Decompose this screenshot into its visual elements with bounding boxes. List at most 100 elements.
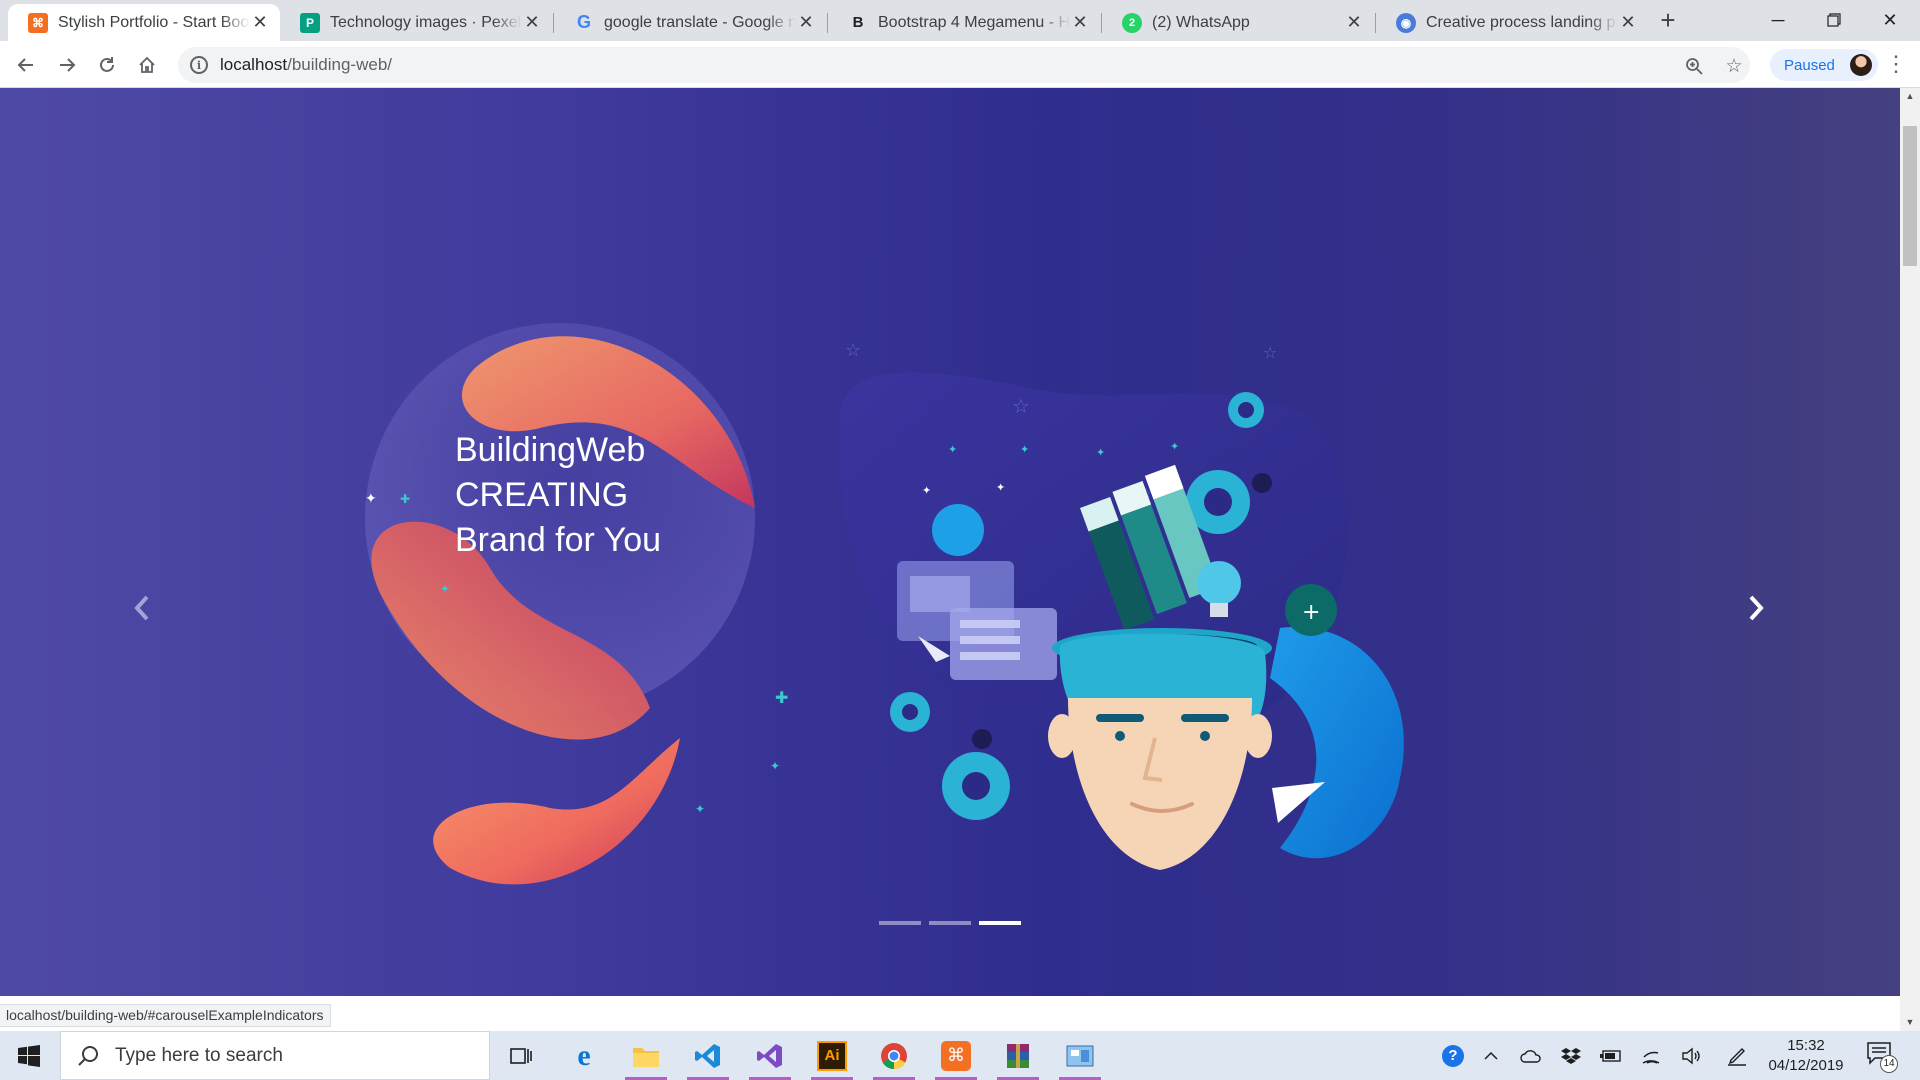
taskbar-clock[interactable]: 15:32 04/12/2019	[1760, 1036, 1852, 1076]
zoom-icon[interactable]	[1684, 56, 1704, 76]
close-tab-icon[interactable]: ✕	[1070, 12, 1090, 33]
whatsapp-icon: 2	[1122, 12, 1142, 33]
back-arrow-icon	[17, 58, 33, 72]
status-bar-url: localhost/building-web/#carouselExampleI…	[0, 1004, 331, 1027]
pexels-icon: P	[300, 12, 320, 33]
start-button[interactable]	[0, 1031, 58, 1080]
svg-text:✦: ✦	[770, 759, 780, 773]
svg-text:✦: ✦	[996, 481, 1005, 494]
pen-tray-icon[interactable]	[1722, 1031, 1752, 1080]
reload-button[interactable]	[91, 49, 123, 81]
help-tray-icon[interactable]: ?	[1438, 1031, 1468, 1080]
close-tab-icon[interactable]: ✕	[250, 12, 270, 33]
speaker-icon	[1682, 1047, 1700, 1064]
taskbar-control-panel[interactable]	[1053, 1031, 1107, 1080]
svg-text:✦: ✦	[1170, 440, 1179, 453]
control-panel-icon	[1066, 1045, 1094, 1066]
bookmark-star-icon[interactable]: ☆	[1724, 56, 1744, 77]
help-icon: ?	[1442, 1044, 1464, 1067]
wifi-tray-icon[interactable]	[1636, 1031, 1666, 1080]
close-tab-icon[interactable]: ✕	[796, 12, 816, 33]
carousel-indicator-2[interactable]	[929, 921, 971, 925]
svg-text:✦: ✦	[695, 802, 705, 816]
tab-pexels[interactable]: P Technology images · Pexels · Free ✕	[280, 4, 552, 41]
notification-count-badge: 14	[1880, 1055, 1898, 1073]
tab-whatsapp[interactable]: 2 (2) WhatsApp ✕	[1102, 4, 1374, 41]
address-bar[interactable]: i localhost/building-web/ ☆	[178, 47, 1750, 83]
close-tab-icon[interactable]: ✕	[1618, 12, 1638, 33]
tab-google-translate[interactable]: G google translate - Google npm ✕	[554, 4, 826, 41]
taskbar-winrar[interactable]	[991, 1031, 1045, 1080]
tab-bootstrap-megamenu[interactable]: B Bootstrap 4 Megamenu - HTML ✕	[828, 4, 1100, 41]
address-url[interactable]: localhost/building-web/	[220, 55, 392, 75]
carousel-indicator-3[interactable]	[979, 921, 1021, 925]
scroll-up-arrow[interactable]: ▲	[1900, 88, 1920, 105]
forward-arrow-icon	[60, 58, 76, 72]
pen-icon	[1728, 1047, 1746, 1066]
carousel-next-button[interactable]	[1736, 588, 1776, 628]
new-tab-button[interactable]: +	[1653, 6, 1683, 36]
taskbar-edge[interactable]: e	[557, 1031, 611, 1080]
folder-icon	[633, 1047, 659, 1067]
taskbar-xampp[interactable]: ⌘	[929, 1031, 983, 1080]
close-tab-icon[interactable]: ✕	[522, 12, 542, 33]
carousel-prev-button[interactable]	[122, 588, 162, 628]
show-hidden-icons-button[interactable]	[1478, 1031, 1504, 1080]
back-button[interactable]	[10, 49, 42, 81]
site-info-icon[interactable]: i	[190, 56, 208, 74]
scroll-down-arrow[interactable]: ▼	[1900, 1014, 1920, 1031]
dribbble-icon: ◉	[1396, 12, 1416, 33]
taskbar-search-box[interactable]: Type here to search	[60, 1031, 490, 1080]
search-icon	[78, 1045, 98, 1066]
carousel-indicators	[879, 921, 1021, 925]
svg-text:✦: ✦	[440, 582, 450, 596]
hero-line-3: Brand for You	[455, 521, 662, 559]
browser-menu-button[interactable]: ⋮	[1884, 51, 1908, 79]
svg-text:✚: ✚	[775, 688, 788, 707]
svg-text:✦: ✦	[1020, 443, 1029, 456]
creative-head-illustration: ☆ ☆ ☆ ☆ ✦ ✦ ✦ ✦ ✦ ✦	[840, 340, 1404, 870]
profile-button[interactable]: Paused	[1770, 49, 1878, 81]
taskbar-chrome[interactable]	[867, 1031, 921, 1080]
reload-icon	[100, 57, 114, 72]
minimize-button[interactable]: ─	[1750, 0, 1806, 40]
svg-text:✦: ✦	[948, 443, 957, 456]
restore-icon	[1827, 13, 1841, 27]
battery-tray-icon[interactable]	[1596, 1031, 1626, 1080]
tab-title: Stylish Portfolio - Start Bootstrap	[58, 13, 250, 31]
taskbar-illustrator[interactable]: Ai	[805, 1031, 859, 1080]
task-view-button[interactable]	[494, 1031, 548, 1080]
action-center-button[interactable]: 14	[1866, 1041, 1898, 1073]
browser-tab-strip: ⌘ Stylish Portfolio - Start Bootstrap ✕ …	[0, 0, 1920, 41]
taskbar-visual-studio[interactable]	[743, 1031, 797, 1080]
close-tab-icon[interactable]: ✕	[1344, 12, 1364, 33]
close-window-button[interactable]: ✕	[1862, 0, 1918, 40]
volume-tray-icon[interactable]	[1676, 1031, 1706, 1080]
tab-title: Technology images · Pexels · Free	[330, 13, 522, 31]
tab-creative-process[interactable]: ◉ Creative process landing page ✕	[1376, 4, 1648, 41]
search-placeholder: Type here to search	[115, 1044, 283, 1066]
onedrive-tray-icon[interactable]	[1516, 1031, 1546, 1080]
scrollbar-thumb[interactable]	[1903, 126, 1917, 266]
avatar	[1850, 54, 1872, 76]
google-icon: G	[576, 12, 591, 32]
carousel-indicator-1[interactable]	[879, 921, 921, 925]
svg-text:☆: ☆	[1012, 394, 1030, 418]
dropbox-icon	[1561, 1047, 1581, 1064]
clock-date: 04/12/2019	[1768, 1057, 1844, 1074]
restore-button[interactable]	[1806, 0, 1862, 40]
clock-time: 15:32	[1787, 1037, 1825, 1054]
hero-carousel: ✦ ✦ ✚ ✦ ✦ ✚ BuildingWeb CREATING Brand f…	[0, 88, 1900, 996]
tab-stylish-portfolio[interactable]: ⌘ Stylish Portfolio - Start Bootstrap ✕	[8, 4, 280, 41]
taskbar-file-explorer[interactable]	[619, 1031, 673, 1080]
wifi-icon	[1642, 1051, 1660, 1064]
url-path: /building-web/	[287, 55, 393, 74]
dropbox-tray-icon[interactable]	[1556, 1031, 1586, 1080]
forward-button[interactable]	[51, 49, 83, 81]
taskbar-vscode[interactable]	[681, 1031, 735, 1080]
xampp-icon: ⌘	[28, 12, 48, 33]
page-scrollbar[interactable]: ▲ ▼	[1900, 88, 1920, 1031]
vscode-icon	[695, 1043, 720, 1068]
home-button[interactable]	[131, 49, 163, 81]
hero-line-1: BuildingWeb	[455, 431, 646, 469]
